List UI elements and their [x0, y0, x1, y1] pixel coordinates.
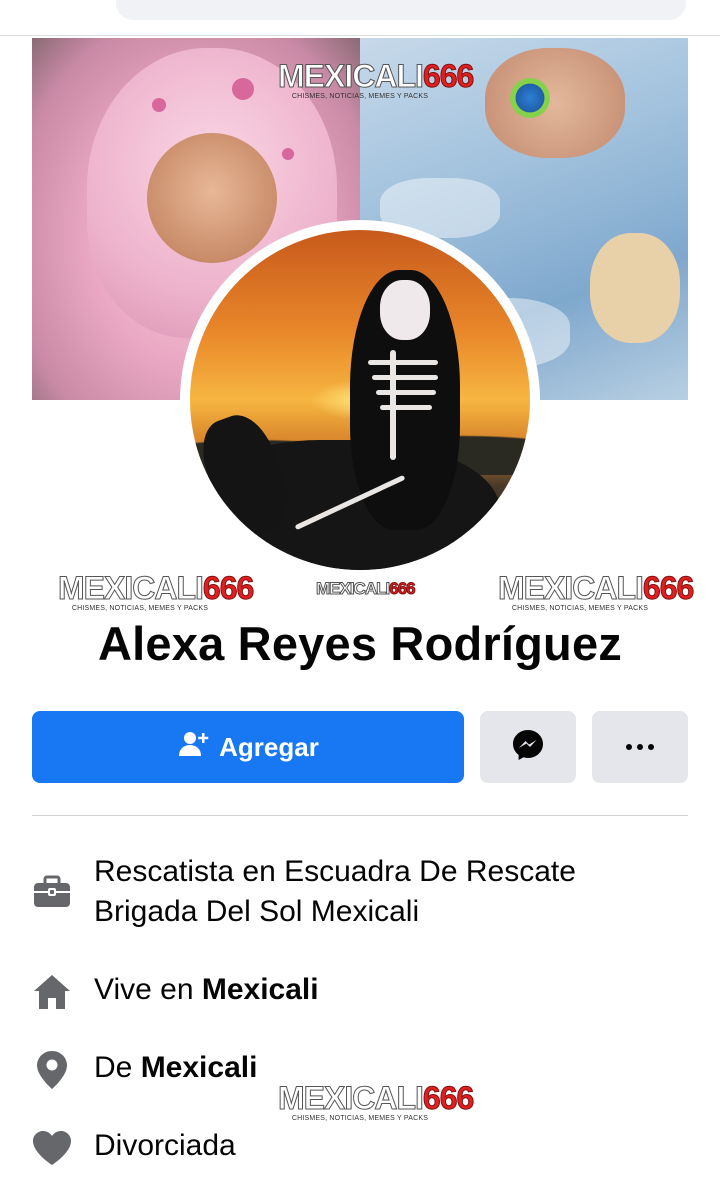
detail-lives-in-text: Vive en Mexicali: [94, 973, 319, 1006]
top-bar: [0, 0, 720, 36]
location-pin-icon: [32, 1048, 72, 1092]
watermark-logo: MEXICALI666 CHISMES, NOTICIAS, MEMES Y P…: [278, 1080, 475, 1123]
home-icon: [32, 970, 72, 1014]
profile-picture[interactable]: [190, 230, 530, 570]
pink-spot: [282, 148, 294, 160]
search-bar[interactable]: [116, 0, 686, 20]
baby-face: [485, 48, 625, 158]
watermark-logo: MEXICALI666 CHISMES, NOTICIAS, MEMES Y P…: [58, 570, 255, 613]
detail-relationship-text: Divorciada: [94, 1129, 236, 1162]
from-city-link[interactable]: Mexicali: [141, 1051, 258, 1084]
profile-name: Alexa Reyes Rodríguez: [98, 617, 622, 670]
pink-spot: [232, 78, 254, 100]
add-friend-label: Agregar: [219, 731, 319, 762]
detail-lives-in: Vive en Mexicali: [32, 970, 319, 1014]
lives-in-city-link[interactable]: Mexicali: [202, 973, 319, 1006]
messenger-icon: [511, 728, 545, 767]
detail-relationship: Divorciada: [32, 1126, 236, 1170]
more-dots-icon: [626, 744, 654, 750]
detail-from-text: De Mexicali: [94, 1051, 258, 1084]
skeleton-rib: [376, 390, 436, 395]
skeleton-spine: [390, 350, 396, 460]
watermark-logo: MEXICALI666 CHISMES, NOTICIAS, MEMES Y P…: [278, 58, 475, 101]
heart-icon: [32, 1126, 72, 1170]
watermark-logo: MEXICALI666: [315, 579, 416, 598]
section-divider: [32, 815, 688, 816]
message-button[interactable]: [480, 711, 576, 783]
pacifier: [510, 78, 550, 118]
detail-work-text: Rescatista en Escuadra De Rescate Brigad…: [94, 855, 576, 928]
more-options-button[interactable]: [592, 711, 688, 783]
skull-face-paint: [380, 280, 430, 340]
watermark-logo: MEXICALI666 CHISMES, NOTICIAS, MEMES Y P…: [498, 570, 695, 613]
skeleton-rib: [372, 375, 438, 380]
skeleton-rib: [368, 360, 438, 365]
add-friend-icon: [177, 728, 209, 767]
teddy-bear: [590, 233, 680, 343]
detail-work: Rescatista en Escuadra De Rescate Brigad…: [32, 852, 576, 932]
briefcase-icon: [32, 870, 72, 914]
baby-face: [147, 133, 277, 263]
add-friend-button[interactable]: Agregar: [32, 711, 464, 783]
skeleton-rib: [380, 405, 432, 410]
pink-spot: [152, 98, 166, 112]
detail-from: De Mexicali: [32, 1048, 257, 1092]
